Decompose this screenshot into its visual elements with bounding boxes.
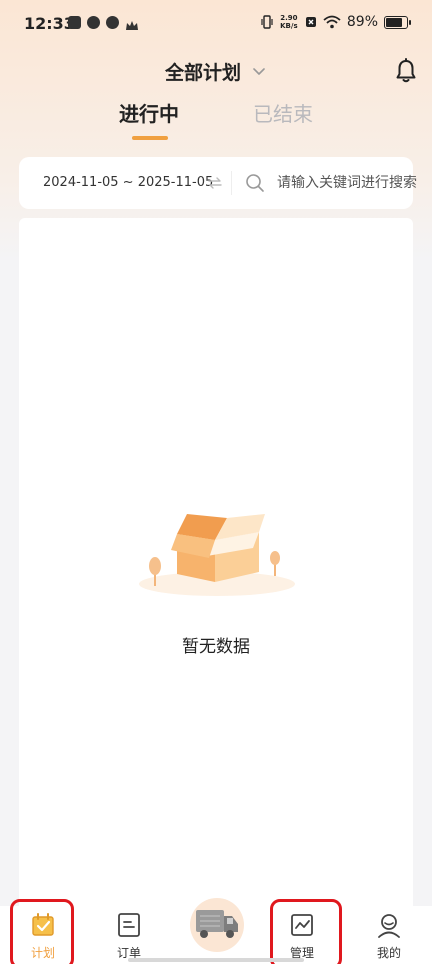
highlight-box-plan	[10, 899, 74, 964]
status-tabs: 进行中 已结束	[0, 98, 432, 144]
swap-icon[interactable]	[207, 175, 223, 191]
status-system-icons: 2.90 KB/s 89%	[261, 14, 411, 30]
battery-percent: 89%	[346, 14, 378, 30]
plan-list: 暂无数据	[19, 218, 413, 918]
nav-label-mine: 我的	[376, 946, 401, 960]
tab-in-progress[interactable]: 进行中	[119, 98, 179, 127]
app-notification-icon	[87, 16, 100, 29]
app-notification-icon	[68, 16, 81, 29]
sim-off-icon	[305, 17, 316, 27]
highlight-box-manage	[270, 899, 342, 964]
wechat-icon	[106, 16, 119, 29]
plan-selector-label: 全部计划	[164, 61, 241, 84]
nav-item-order[interactable]: 订单	[99, 906, 159, 964]
status-notification-icons	[68, 16, 139, 30]
chevron-down-icon	[253, 68, 265, 75]
home-indicator	[128, 958, 304, 962]
bell-icon[interactable]	[394, 58, 418, 84]
divider	[231, 171, 232, 195]
truck-icon	[196, 910, 238, 938]
nav-item-mine[interactable]: 我的	[359, 906, 419, 964]
vibrate-icon	[261, 15, 273, 29]
active-tab-indicator	[132, 136, 168, 140]
filter-bar: 2024-11-05 ~ 2025-11-05	[19, 157, 417, 209]
date-range-picker[interactable]: 2024-11-05 ~ 2025-11-05	[43, 175, 213, 190]
plan-selector[interactable]: 全部计划	[0, 56, 432, 86]
network-speed-value: 2.90	[280, 14, 298, 22]
nav-item-truck[interactable]	[190, 898, 244, 952]
empty-state-message: 暂无数据	[182, 637, 250, 657]
wifi-icon	[323, 15, 341, 29]
network-speed-unit: KB/s	[280, 22, 298, 30]
network-speed: 2.90 KB/s	[279, 14, 299, 30]
search-icon	[246, 174, 264, 192]
crown-icon	[125, 17, 139, 30]
user-icon	[378, 914, 400, 938]
status-bar: 12:33 2.90 KB/s 89%	[0, 0, 432, 50]
empty-box-illustration	[139, 514, 295, 596]
document-icon	[118, 913, 140, 937]
battery-icon	[384, 15, 411, 29]
search-input[interactable]	[277, 171, 417, 195]
tab-finished[interactable]: 已结束	[253, 98, 313, 127]
